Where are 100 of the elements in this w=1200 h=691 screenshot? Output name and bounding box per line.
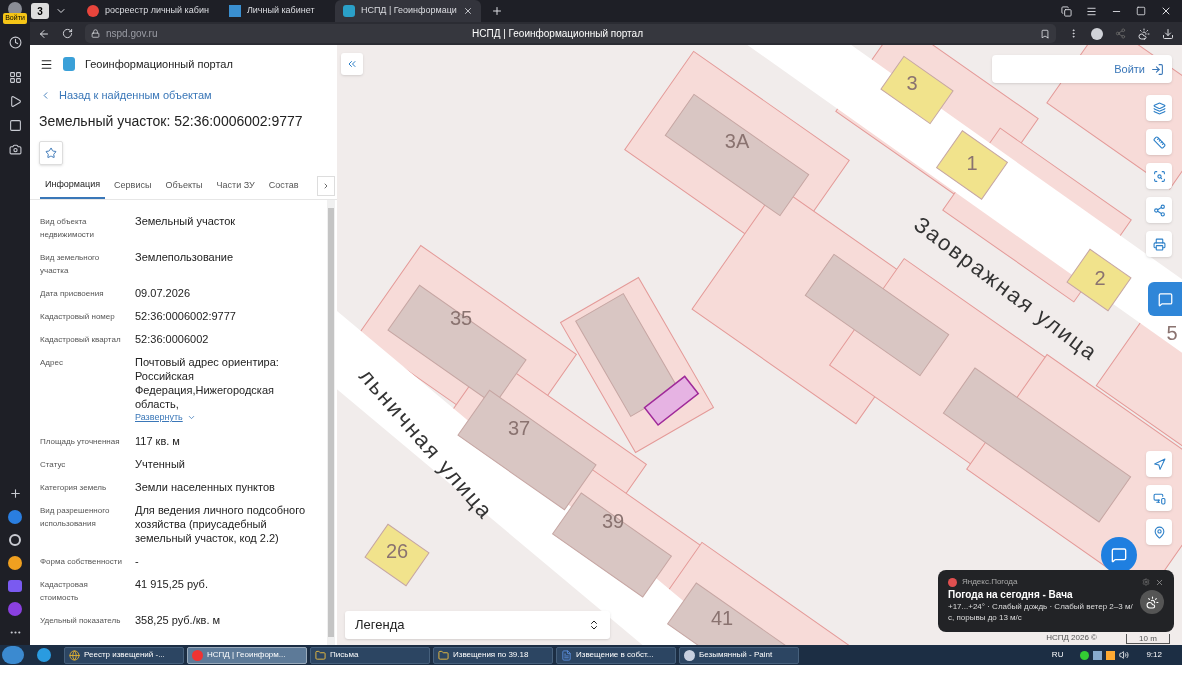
- extension-icon[interactable]: [1091, 27, 1103, 40]
- field-value: 358,25 руб./кв. м: [135, 612, 222, 627]
- building-number: 26: [385, 540, 409, 563]
- select-area-button[interactable]: [1146, 163, 1172, 189]
- scrollbar[interactable]: [327, 200, 335, 645]
- field-value: Почтовый адрес ориентира: Российская Федерация,Нижегородская область,: [135, 355, 280, 411]
- clock-time: 9:12: [1146, 649, 1162, 661]
- menu-icon[interactable]: [1086, 5, 1097, 17]
- taskbar-button[interactable]: Реестр извещений -...: [64, 646, 184, 664]
- pin-button[interactable]: [1146, 519, 1172, 545]
- taskbar-button[interactable]: НСПД | Геоинформ...: [187, 646, 307, 664]
- restore-icon[interactable]: [1136, 6, 1146, 16]
- history-icon[interactable]: [8, 35, 22, 49]
- legend-dropdown[interactable]: Легенда: [345, 611, 610, 639]
- add-icon[interactable]: [8, 487, 22, 500]
- field-value: Учтенный: [135, 456, 186, 471]
- locate-button[interactable]: [1146, 451, 1172, 477]
- taskbar-button[interactable]: Безымянный - Paint: [679, 646, 799, 664]
- app-icon[interactable]: [8, 556, 22, 570]
- layers-button[interactable]: [1146, 95, 1172, 121]
- print-button[interactable]: [1146, 231, 1172, 257]
- taskbar-label: Безымянный - Paint: [699, 649, 773, 661]
- layers-icon: [1152, 101, 1166, 115]
- taskbar-button[interactable]: Извещения по 39.18: [433, 646, 553, 664]
- camera-icon[interactable]: [8, 142, 22, 156]
- building-number: 35: [449, 307, 473, 330]
- tab-title: Личный кабинет: [246, 4, 315, 18]
- ruler-icon: [1152, 135, 1166, 149]
- field-value: Земельный участок: [135, 214, 237, 228]
- collections-icon[interactable]: [8, 70, 22, 84]
- panel-tab[interactable]: Объекты: [160, 173, 208, 199]
- notification-body: +17...+24° · Слабый дождь · Слабый ветер 2–3 м/с, порывы до 13 м/с: [948, 601, 1134, 623]
- panel-tab[interactable]: Состав: [263, 173, 304, 199]
- portal-logo-icon: [63, 57, 75, 71]
- address-field[interactable]: nspd.gov.ru НСПД | Геоинформационный портал: [85, 24, 1056, 43]
- browser-tab[interactable]: НСПД | Геоинформаци: [334, 0, 481, 22]
- back-link[interactable]: Назад к найденным объектам: [30, 83, 337, 107]
- notification-title: Погода на сегодня - Вача: [948, 588, 1074, 601]
- app-icon[interactable]: [9, 534, 21, 546]
- bookmark-icon[interactable]: [1040, 28, 1050, 39]
- panel-tab[interactable]: Информация: [40, 173, 106, 199]
- assistant-button[interactable]: [1148, 282, 1182, 316]
- field-label: Дата присвоения: [40, 288, 105, 300]
- login-label: Войти: [1114, 61, 1145, 77]
- field-label: Удельный показатель: [40, 614, 122, 627]
- field-value: 117 кв. м: [135, 433, 181, 448]
- close-icon[interactable]: [1160, 5, 1172, 17]
- weather-logo-icon: [948, 577, 957, 587]
- field-label: Кадастровая стоимость: [40, 578, 89, 604]
- taskbar-label: Извещения по 39.18: [453, 649, 529, 661]
- taskbar-button[interactable]: Письма: [310, 646, 430, 664]
- building-number: 3А: [724, 130, 750, 153]
- tabs-icon[interactable]: [1061, 5, 1072, 17]
- field-label: Вид разрешенного использования: [40, 504, 111, 530]
- screen-button[interactable]: [1146, 485, 1172, 511]
- ruler-button[interactable]: [1146, 129, 1172, 155]
- chat-bubble-icon: [1157, 291, 1173, 307]
- reload-icon[interactable]: [62, 28, 73, 39]
- building-number: 2: [1094, 267, 1106, 290]
- tab-title: НСПД | Геоинформаци: [360, 4, 457, 18]
- field-value: Для ведения личного подсобного хозяйства (приусадебный земельный участок, код 2.2): [135, 502, 307, 545]
- scan-icon: [1152, 169, 1166, 183]
- pin-icon: [1152, 525, 1166, 539]
- app-icon[interactable]: [8, 118, 22, 132]
- building-number: 1: [966, 152, 978, 175]
- volume-icon[interactable]: [1119, 650, 1130, 660]
- scale-bar: 10 m: [1126, 634, 1170, 644]
- login-button[interactable]: Войти: [992, 55, 1172, 83]
- panel-tab[interactable]: Сервисы: [109, 173, 157, 199]
- expand-link[interactable]: Развернуть: [135, 411, 317, 425]
- field-label: Вид земельного участка: [40, 252, 101, 277]
- field-label: Кадастровый квартал: [40, 334, 122, 346]
- map-copyright: НСПД 2026 ©: [1046, 632, 1097, 644]
- cloud-sun-icon: [1145, 595, 1159, 609]
- assistant-icon[interactable]: [8, 602, 22, 616]
- download-icon[interactable]: [1162, 27, 1174, 40]
- tab-count-button[interactable]: 3: [31, 3, 49, 19]
- start-button[interactable]: [2, 646, 24, 664]
- panel-tab[interactable]: Части ЗУ: [211, 173, 260, 199]
- taskbar-label: Письма: [330, 649, 359, 661]
- favorite-button[interactable]: [39, 141, 63, 165]
- taskbar-label: Извещение в собст...: [576, 649, 654, 661]
- extension-icon[interactable]: [1138, 27, 1150, 40]
- close-icon[interactable]: [462, 6, 473, 16]
- new-tab-icon[interactable]: [490, 5, 503, 17]
- portal-icon: [342, 5, 355, 17]
- browser-tab[interactable]: Личный кабинет: [220, 0, 331, 22]
- printer-icon: [1152, 237, 1166, 251]
- field-value: 52:36:0006002: [135, 332, 210, 346]
- menu-icon[interactable]: [40, 57, 53, 71]
- taskbar-button[interactable]: Извещение в собст...: [556, 646, 676, 664]
- taskbar-label: НСПД | Геоинформ...: [207, 649, 286, 661]
- object-heading: Земельный участок: 52:36:0006002:9777: [38, 111, 304, 131]
- up-down-chevron-icon: [588, 619, 600, 631]
- back-icon[interactable]: [38, 27, 50, 40]
- play-icon[interactable]: [8, 94, 22, 108]
- browser-tab[interactable]: росреестр личный кабин: [79, 0, 217, 22]
- share-button[interactable]: [1146, 197, 1172, 223]
- language-indicator[interactable]: RU: [1051, 649, 1064, 661]
- field-label: Статус: [40, 458, 67, 471]
